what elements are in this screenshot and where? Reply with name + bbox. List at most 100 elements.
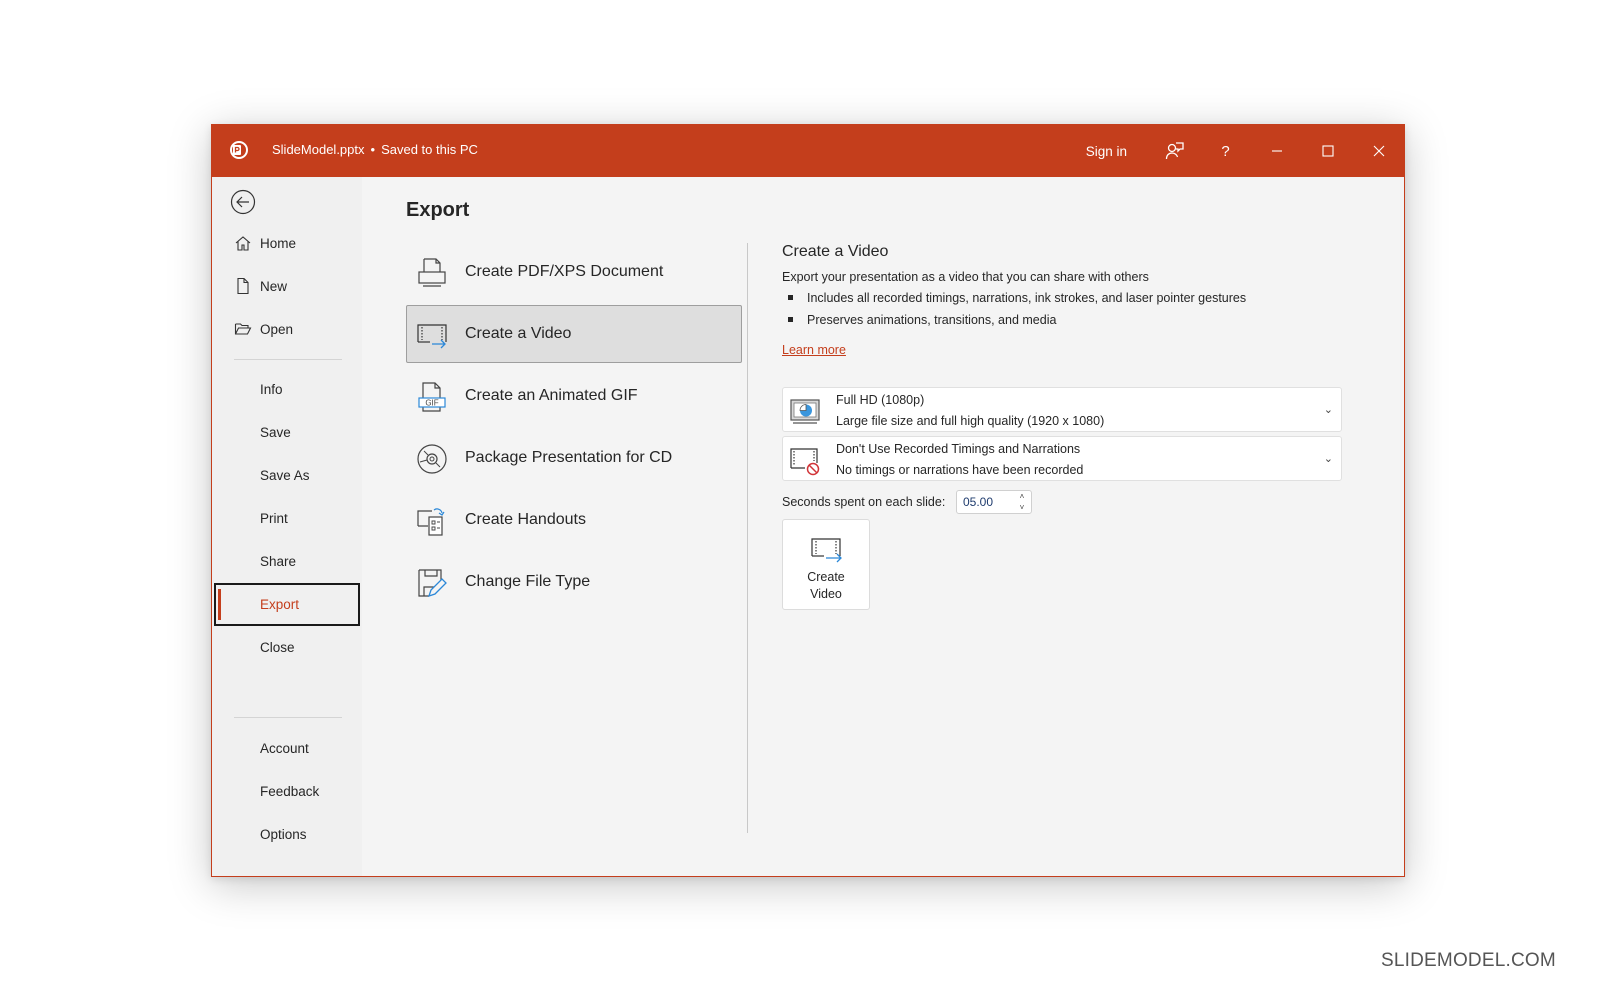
new-document-icon	[237, 277, 249, 295]
sidebar-item-label: Close	[260, 639, 295, 655]
minimize-icon	[1271, 150, 1282, 152]
close-button[interactable]	[1353, 125, 1404, 177]
sidebar-item-label: Export	[260, 597, 300, 612]
spin-down-icon[interactable]: ˅	[1017, 502, 1027, 513]
home-icon	[235, 236, 251, 251]
cd-icon	[417, 444, 447, 474]
maximize-icon	[1321, 145, 1334, 157]
export-option-label: Create PDF/XPS Document	[465, 263, 664, 280]
sidebar-item-print[interactable]: Print	[214, 498, 360, 538]
video-export-icon	[811, 538, 842, 563]
bullet-text: Preserves animations, transitions, and m…	[807, 313, 1057, 327]
sidebar-item-label: Feedback	[260, 783, 320, 799]
sidebar-item-label: Share	[260, 553, 297, 569]
svg-text:GIF: GIF	[425, 399, 438, 408]
sidebar-item-label: Save	[260, 424, 291, 440]
export-option-change-file-type[interactable]: Change File Type	[406, 553, 742, 611]
seconds-per-slide-label: Seconds spent on each slide:	[782, 495, 946, 509]
feedback-icon	[1165, 142, 1184, 160]
sidebar-item-save[interactable]: Save	[214, 412, 360, 452]
sidebar-item-export[interactable]: Export	[214, 583, 360, 626]
quality-title: Full HD (1080p)	[836, 393, 925, 407]
page-title: Export	[406, 199, 470, 221]
document-title: SlideModel.pptx • Saved to this PC	[272, 142, 478, 157]
backstage-sidebar: Home New Open Info Save Save As Print Sh…	[212, 177, 362, 876]
export-option-label: Create an Animated GIF	[465, 387, 638, 404]
sidebar-divider	[234, 359, 342, 360]
export-option-label: Change File Type	[465, 573, 591, 590]
save-status: Saved to this PC	[381, 142, 478, 157]
pdf-document-icon	[418, 258, 446, 287]
export-option-package-cd[interactable]: Package Presentation for CD	[406, 429, 742, 487]
seconds-spinner[interactable]: ˄ ˅	[1017, 491, 1027, 513]
sidebar-item-feedback[interactable]: Feedback	[214, 771, 360, 811]
close-icon	[1373, 145, 1384, 157]
export-pane: Export Create PDF/XPS Document Create a …	[362, 177, 1404, 876]
timings-dropdown[interactable]: Don't Use Recorded Timings and Narration…	[782, 436, 1342, 481]
sidebar-item-open[interactable]: Open	[214, 309, 360, 349]
bullet-marker	[788, 317, 793, 323]
sidebar-item-label: Account	[260, 740, 309, 756]
quality-subtitle: Large file size and full high quality (1…	[836, 414, 1105, 428]
export-option-pdf[interactable]: Create PDF/XPS Document	[406, 243, 742, 301]
sidebar-item-label: Home	[260, 235, 297, 251]
title-bar: SlideModel.pptx • Saved to this PC Sign in…	[212, 125, 1404, 177]
sidebar-item-label: Options	[260, 826, 307, 842]
back-arrow-icon	[230, 189, 256, 215]
sidebar-item-label: Save As	[260, 467, 310, 483]
sidebar-item-options[interactable]: Options	[214, 814, 360, 854]
export-option-handouts[interactable]: Create Handouts	[406, 491, 742, 549]
sidebar-item-save-as[interactable]: Save As	[214, 455, 360, 495]
create-video-label: Create Video	[783, 569, 869, 603]
sidebar-divider	[234, 717, 342, 718]
chevron-down-icon: ⌄	[1323, 453, 1333, 465]
sidebar-item-label: Open	[260, 321, 294, 337]
sidebar-item-new[interactable]: New	[214, 266, 360, 306]
timings-subtitle: No timings or narrations have been recor…	[836, 463, 1084, 477]
sidebar-item-account[interactable]: Account	[214, 728, 360, 768]
seconds-per-slide-input[interactable]: 05.00 ˄ ˅	[956, 490, 1032, 514]
help-icon: ?	[1221, 142, 1230, 160]
powerpoint-window: SlideModel.pptx • Saved to this PC Sign in…	[211, 124, 1405, 877]
no-timings-icon	[790, 448, 820, 476]
export-option-video[interactable]: Create a Video	[406, 305, 742, 363]
sidebar-item-home[interactable]: Home	[214, 223, 360, 263]
pane-divider	[747, 243, 748, 833]
watermark: SLIDEMODEL.COM	[1381, 950, 1556, 971]
detail-bullet: Includes all recorded timings, narration…	[782, 291, 1246, 305]
export-option-label: Package Presentation for CD	[465, 449, 673, 466]
export-option-label: Create Handouts	[465, 511, 586, 528]
create-video-button[interactable]: Create Video	[782, 519, 870, 610]
export-option-label: Create a Video	[465, 325, 572, 342]
monitor-quality-icon	[790, 399, 820, 424]
sidebar-item-label: Info	[260, 381, 283, 397]
learn-more-link[interactable]: Learn more	[782, 343, 846, 357]
change-file-type-icon	[418, 569, 447, 598]
handouts-icon	[417, 508, 445, 536]
gif-icon: GIF	[418, 382, 446, 412]
sidebar-item-share[interactable]: Share	[214, 541, 360, 581]
help-button[interactable]: ?	[1200, 125, 1251, 177]
video-quality-dropdown[interactable]: Full HD (1080p) Large file size and full…	[782, 387, 1342, 432]
timings-title: Don't Use Recorded Timings and Narration…	[836, 442, 1081, 456]
sidebar-item-label: Print	[260, 510, 288, 526]
sidebar-item-info[interactable]: Info	[214, 369, 360, 409]
detail-description: Export your presentation as a video that…	[782, 270, 1149, 284]
powerpoint-logo-icon	[228, 139, 250, 161]
sidebar-item-close[interactable]: Close	[214, 627, 360, 667]
sidebar-item-label: New	[260, 278, 288, 294]
title-separator: •	[370, 142, 376, 157]
detail-title: Create a Video	[782, 243, 889, 260]
minimize-button[interactable]	[1251, 125, 1302, 177]
seconds-value: 05.00	[963, 495, 994, 509]
back-button[interactable]	[230, 189, 256, 215]
video-export-icon	[417, 324, 447, 349]
spin-up-icon[interactable]: ˄	[1017, 491, 1027, 502]
feedback-button[interactable]	[1149, 125, 1200, 177]
detail-bullet: Preserves animations, transitions, and m…	[782, 313, 1056, 327]
create-video-text: Create Video	[807, 570, 845, 601]
export-option-gif[interactable]: GIF Create an Animated GIF	[406, 367, 742, 425]
maximize-button[interactable]	[1302, 125, 1353, 177]
filename: SlideModel.pptx	[272, 142, 365, 157]
sign-in-link[interactable]: Sign in	[1086, 144, 1127, 159]
